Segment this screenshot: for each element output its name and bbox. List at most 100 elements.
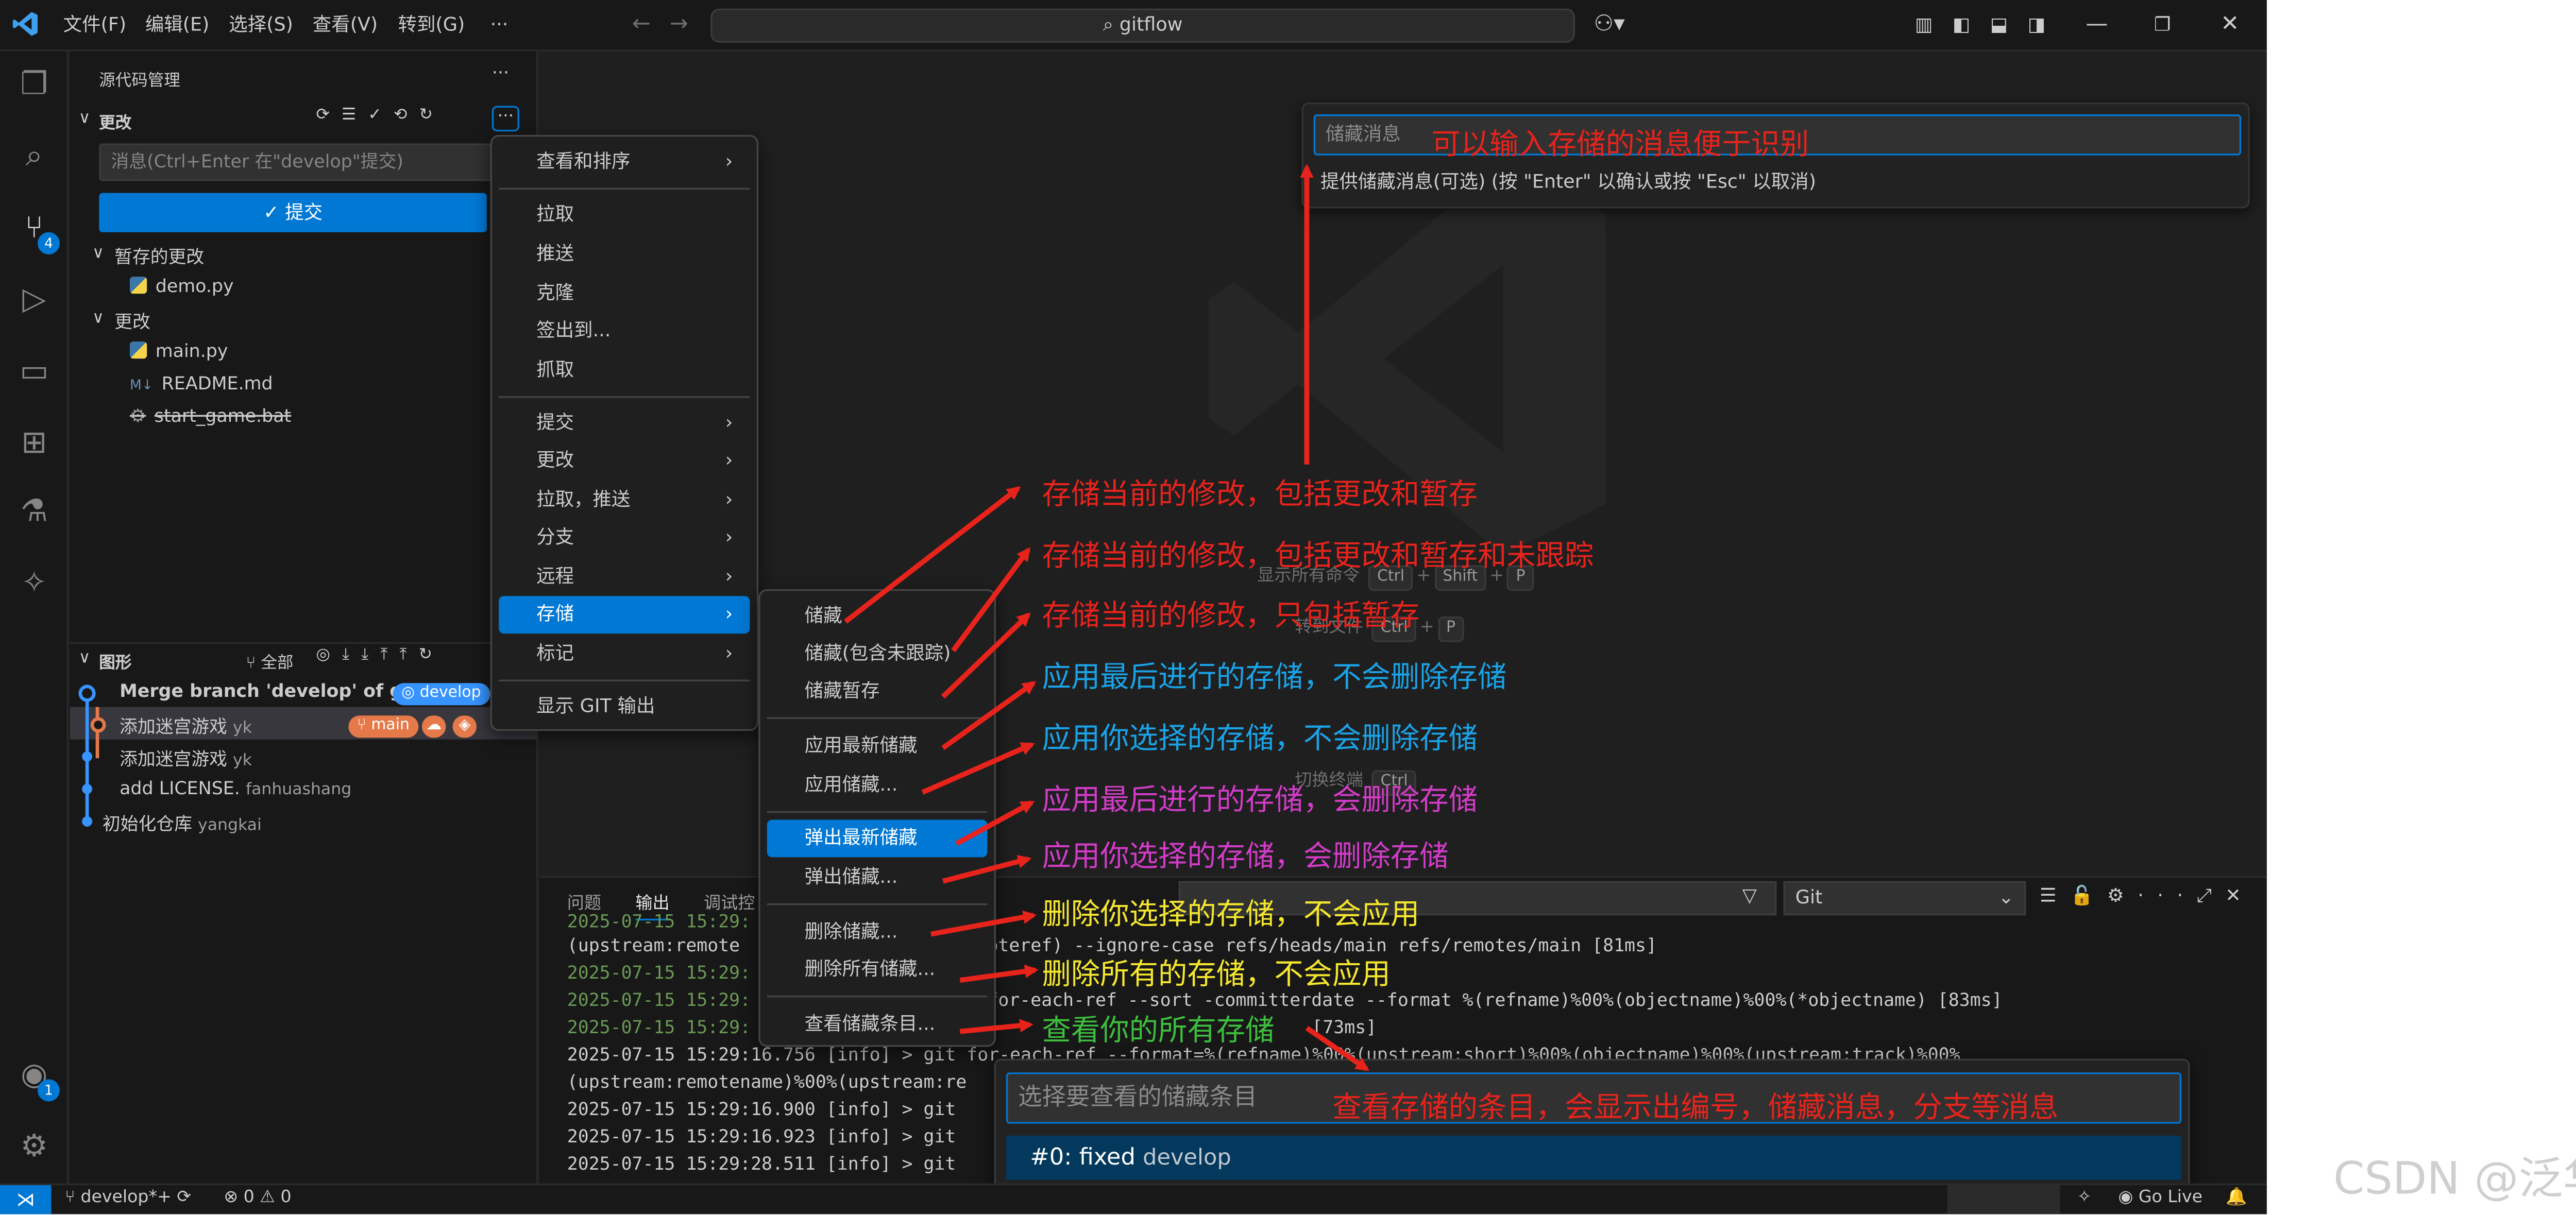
menu-more[interactable]: ··· — [483, 0, 515, 51]
table-row[interactable]: 初始化仓库 yangkai — [103, 811, 262, 837]
chevron-down-icon[interactable]: ∨ — [92, 244, 104, 263]
chevron-down-icon[interactable]: ∨ — [79, 649, 91, 668]
menu-view[interactable]: 查看(V) — [306, 0, 384, 51]
status-item[interactable] — [1947, 1185, 2060, 1214]
settings-gear-icon[interactable]: ⚙ — [14, 1127, 55, 1168]
explorer-icon[interactable]: ❐ — [14, 65, 55, 106]
remote-indicator-icon[interactable]: ⋊ — [0, 1185, 52, 1214]
table-row[interactable]: 添加迷宫游戏 yk — [120, 746, 252, 772]
bell-icon[interactable]: 🔔 — [2226, 1189, 2247, 1207]
scm-more-actions-button[interactable]: ··· — [492, 106, 519, 132]
menu-item-clone[interactable]: 克隆 — [499, 275, 750, 313]
table-row[interactable]: Merge branch 'develop' of gi... — [120, 681, 429, 702]
menu-item-pull-push[interactable]: 拉取，推送 › — [499, 482, 750, 519]
copilot-icon[interactable]: ⚇▾ — [1594, 10, 1624, 41]
branch-icon: ⑂ — [64, 1188, 81, 1208]
toggle-panel-icon[interactable]: ⬓ — [1990, 10, 2008, 41]
table-row[interactable]: 添加迷宫游戏 yk — [120, 714, 252, 740]
search-icon[interactable]: ⌕ — [14, 136, 55, 178]
menu-item-view-sort[interactable]: 查看和排序 › — [499, 144, 750, 181]
graph-toolbar-icons[interactable]: ◎⤓⤓⤒⤒↻ — [316, 645, 444, 664]
menu-item-push[interactable]: 推送 — [499, 236, 750, 273]
annotation-pop-latest: 应用最后进行的存储，会删除存储 — [1042, 783, 1478, 818]
back-arrow-icon[interactable]: ← — [632, 10, 651, 41]
sidebar-more-icon[interactable]: ··· — [492, 63, 509, 84]
menu-separator — [499, 679, 750, 681]
menu-item-show-git-output[interactable]: 显示 GIT 输出 — [499, 688, 750, 726]
menu-item-view-stash[interactable]: 查看储藏条目... — [767, 1006, 988, 1043]
graph-section-header[interactable]: 图形 — [99, 649, 131, 673]
menu-item-apply-latest-stash[interactable]: 应用最新储藏 — [767, 727, 988, 765]
menu-item-remote[interactable]: 远程 › — [499, 558, 750, 596]
changes-section-header[interactable]: 更改 — [99, 109, 131, 133]
filter-icon[interactable]: ▽ — [1742, 884, 1757, 906]
branch-tag-main[interactable]: ⑂ main — [348, 715, 418, 738]
list-item[interactable]: demo.py — [129, 277, 234, 297]
menu-selection[interactable]: 选择(S) — [222, 0, 300, 51]
table-row[interactable]: add LICENSE. fanhuashang — [120, 779, 351, 799]
minimize-icon[interactable]: — — [2086, 10, 2108, 41]
toggle-sidebar-icon[interactable]: ◧ — [1953, 10, 1971, 41]
menu-item-commit[interactable]: 提交 › — [499, 405, 750, 442]
menu-item-stash-staged[interactable]: 储藏暂存 — [767, 673, 988, 710]
branch-tag-develop[interactable]: ◎ develop — [393, 683, 490, 706]
menu-item-stash-untracked[interactable]: 储藏(包含未跟踪) — [767, 635, 988, 673]
menu-item-stash[interactable]: 存储 › — [499, 596, 750, 634]
status-bar: ⋊ ⑂ develop*+ ⟳ ⊗ 0 ⚠ 0 ✧ ◉ Go Live 🔔 — [0, 1183, 2267, 1214]
gitlens-status-icon[interactable]: ✧ — [2077, 1189, 2092, 1207]
bat-file-icon: ⚙ — [129, 406, 146, 427]
scm-toolbar-icons[interactable]: ⟳☰✓⟲↻ — [316, 106, 445, 125]
chevron-down-icon[interactable]: ∨ — [79, 109, 91, 128]
restore-icon[interactable]: ❐ — [2154, 10, 2171, 41]
menu-item-tags[interactable]: 标记 › — [499, 635, 750, 673]
menu-item-apply-stash[interactable]: 应用储藏... — [767, 767, 988, 805]
forward-arrow-icon[interactable]: → — [670, 10, 688, 41]
annotation-stash-staged: 存储当前的修改，只包括暂存 — [1042, 599, 1420, 634]
remote-explorer-icon[interactable]: ▭ — [14, 352, 55, 393]
menu-item-pull[interactable]: 拉取 — [499, 196, 750, 234]
list-item[interactable]: main.py — [129, 341, 228, 362]
menu-separator — [767, 903, 988, 905]
list-item[interactable]: M↓ README.md — [130, 374, 273, 395]
menu-item-checkout[interactable]: 签出到... — [499, 313, 750, 350]
graph-branch-filter[interactable]: ⑂ 全部 — [246, 649, 293, 673]
commit-message-input[interactable]: 消息(Ctrl+Enter 在"develop"提交) — [99, 143, 492, 181]
changes-group-header[interactable]: 更改 — [114, 309, 150, 335]
gitlens-icon[interactable]: ✧ — [14, 563, 55, 605]
extensions-icon[interactable]: ⊞ — [14, 423, 55, 465]
menu-item-pop-latest-stash[interactable]: 弹出最新储藏 — [767, 819, 988, 858]
go-live-status[interactable]: ◉ Go Live — [2118, 1189, 2202, 1207]
menu-item-branch[interactable]: 分支 › — [499, 519, 750, 557]
testing-icon[interactable]: ⚗ — [14, 492, 55, 533]
chevron-right-icon: › — [725, 526, 733, 549]
command-center-search[interactable]: ⌕ gitflow — [710, 8, 1575, 43]
menu-item-drop-stash[interactable]: 删除储藏... — [767, 914, 988, 951]
customize-layout-icon[interactable]: ▥ — [1915, 10, 1933, 41]
menu-file[interactable]: 文件(F) — [56, 0, 133, 51]
list-item[interactable]: ⚙ start_game.bat — [130, 406, 291, 427]
staged-changes-header[interactable]: 暂存的更改 — [114, 244, 204, 270]
commit-button[interactable]: ✓ 提交 — [99, 193, 487, 232]
branch-icon: ⑂ — [246, 654, 256, 673]
close-icon[interactable]: ✕ — [2221, 10, 2239, 41]
branch-status[interactable]: ⑂ develop*+ ⟳ — [65, 1189, 191, 1207]
menu-go[interactable]: 转到(G) — [391, 0, 471, 51]
chevron-down-icon[interactable]: ∨ — [92, 309, 104, 328]
panel-toolbar-icons[interactable]: ☰🔓⚙···⤢✕ — [2040, 884, 2255, 908]
menu-separator — [767, 717, 988, 719]
menu-item-stash[interactable]: 储藏 — [767, 597, 988, 635]
annotation-apply-latest: 应用最后进行的存储，不会删除存储 — [1042, 661, 1507, 695]
markdown-file-icon: M↓ — [129, 377, 154, 393]
menu-separator — [499, 187, 750, 190]
log-line: 2025-07-15 15:29:16.923 [info] > git — [567, 1127, 956, 1148]
stash-entry-item[interactable]: #0: fixed develop — [1006, 1135, 2182, 1180]
toggle-secondary-sidebar-icon[interactable]: ◨ — [2028, 10, 2046, 41]
menu-item-changes[interactable]: 更改 › — [499, 442, 750, 480]
menu-item-drop-all-stashes[interactable]: 删除所有储藏... — [767, 951, 988, 989]
output-channel-select[interactable]: Git ⌄ — [1783, 881, 2026, 916]
problems-status[interactable]: ⊗ 0 ⚠ 0 — [224, 1189, 291, 1207]
menu-item-pop-stash[interactable]: 弹出储藏... — [767, 859, 988, 897]
menu-edit[interactable]: 编辑(E) — [139, 0, 216, 51]
menu-item-fetch[interactable]: 抓取 — [499, 352, 750, 389]
run-debug-icon[interactable]: ▷ — [14, 280, 55, 321]
